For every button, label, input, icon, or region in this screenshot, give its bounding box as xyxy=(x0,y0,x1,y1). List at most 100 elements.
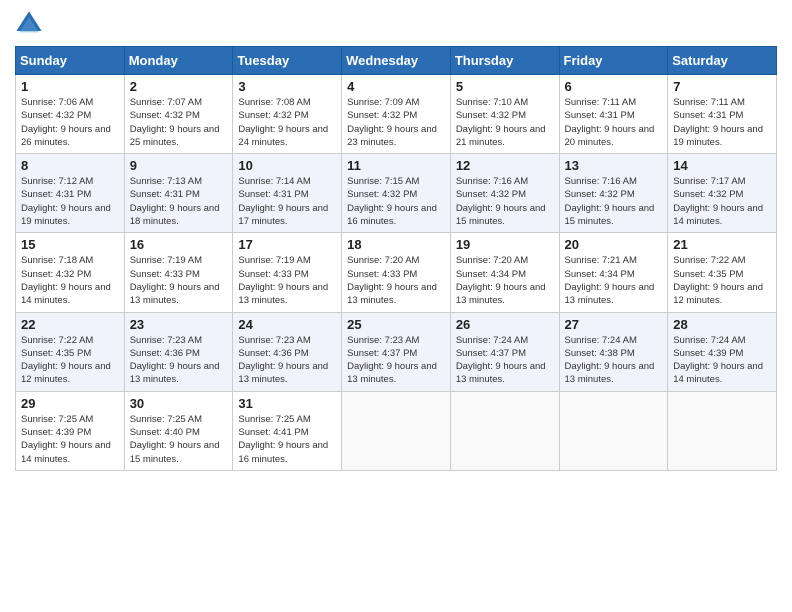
calendar-cell: 22 Sunrise: 7:22 AMSunset: 4:35 PMDayligh… xyxy=(16,312,125,391)
day-number: 9 xyxy=(130,158,228,173)
calendar-cell: 12 Sunrise: 7:16 AMSunset: 4:32 PMDayligh… xyxy=(450,154,559,233)
calendar-cell: 23Sunrise: 7:23 AMSunset: 4:36 PMDayligh… xyxy=(124,312,233,391)
calendar-cell xyxy=(342,391,451,470)
calendar-cell: 1 Sunrise: 7:06 AMSunset: 4:32 PMDaylight… xyxy=(16,75,125,154)
calendar-cell: 27 Sunrise: 7:24 AMSunset: 4:38 PMDayligh… xyxy=(559,312,668,391)
day-info: Sunrise: 7:20 AMSunset: 4:33 PMDaylight:… xyxy=(347,254,445,307)
calendar-cell: 17Sunrise: 7:19 AMSunset: 4:33 PMDayligh… xyxy=(233,233,342,312)
day-number: 10 xyxy=(238,158,336,173)
day-number: 2 xyxy=(130,79,228,94)
day-number: 15 xyxy=(21,237,119,252)
calendar-cell: 5Sunrise: 7:10 AMSunset: 4:32 PMDaylight… xyxy=(450,75,559,154)
calendar-week-4: 22 Sunrise: 7:22 AMSunset: 4:35 PMDayligh… xyxy=(16,312,777,391)
day-number: 18 xyxy=(347,237,445,252)
day-number: 13 xyxy=(565,158,663,173)
calendar-cell: 29 Sunrise: 7:25 AMSunset: 4:39 PMDayligh… xyxy=(16,391,125,470)
day-number: 31 xyxy=(238,396,336,411)
day-number: 29 xyxy=(21,396,119,411)
calendar-cell xyxy=(668,391,777,470)
calendar-week-2: 8 Sunrise: 7:12 AMSunset: 4:31 PMDaylight… xyxy=(16,154,777,233)
weekday-header-row: SundayMondayTuesdayWednesdayThursdayFrid… xyxy=(16,47,777,75)
day-number: 19 xyxy=(456,237,554,252)
calendar-cell: 26 Sunrise: 7:24 AMSunset: 4:37 PMDayligh… xyxy=(450,312,559,391)
calendar-cell xyxy=(450,391,559,470)
weekday-header-friday: Friday xyxy=(559,47,668,75)
day-info: Sunrise: 7:06 AMSunset: 4:32 PMDaylight:… xyxy=(21,96,119,149)
day-info: Sunrise: 7:16 AMSunset: 4:32 PMDaylight:… xyxy=(456,175,554,228)
calendar-table: SundayMondayTuesdayWednesdayThursdayFrid… xyxy=(15,46,777,471)
day-number: 25 xyxy=(347,317,445,332)
weekday-header-thursday: Thursday xyxy=(450,47,559,75)
day-info: Sunrise: 7:22 AMSunset: 4:35 PMDaylight:… xyxy=(673,254,771,307)
day-info: Sunrise: 7:10 AMSunset: 4:32 PMDaylight:… xyxy=(456,96,554,149)
day-number: 27 xyxy=(565,317,663,332)
calendar-cell: 4 Sunrise: 7:09 AMSunset: 4:32 PMDaylight… xyxy=(342,75,451,154)
day-info: Sunrise: 7:23 AMSunset: 4:36 PMDaylight:… xyxy=(130,334,228,387)
day-info: Sunrise: 7:08 AMSunset: 4:32 PMDaylight:… xyxy=(238,96,336,149)
calendar-cell: 10Sunrise: 7:14 AMSunset: 4:31 PMDayligh… xyxy=(233,154,342,233)
day-number: 26 xyxy=(456,317,554,332)
page: SundayMondayTuesdayWednesdayThursdayFrid… xyxy=(0,0,792,612)
day-number: 6 xyxy=(565,79,663,94)
day-number: 20 xyxy=(565,237,663,252)
day-info: Sunrise: 7:23 AMSunset: 4:37 PMDaylight:… xyxy=(347,334,445,387)
day-number: 7 xyxy=(673,79,771,94)
calendar-cell: 30 Sunrise: 7:25 AMSunset: 4:40 PMDayligh… xyxy=(124,391,233,470)
calendar-week-3: 15 Sunrise: 7:18 AMSunset: 4:32 PMDayligh… xyxy=(16,233,777,312)
day-number: 30 xyxy=(130,396,228,411)
weekday-header-wednesday: Wednesday xyxy=(342,47,451,75)
logo xyxy=(15,10,47,38)
weekday-header-sunday: Sunday xyxy=(16,47,125,75)
day-info: Sunrise: 7:25 AMSunset: 4:41 PMDaylight:… xyxy=(238,413,336,466)
day-info: Sunrise: 7:15 AMSunset: 4:32 PMDaylight:… xyxy=(347,175,445,228)
calendar-cell: 15 Sunrise: 7:18 AMSunset: 4:32 PMDayligh… xyxy=(16,233,125,312)
day-info: Sunrise: 7:18 AMSunset: 4:32 PMDaylight:… xyxy=(21,254,119,307)
day-number: 3 xyxy=(238,79,336,94)
day-number: 4 xyxy=(347,79,445,94)
day-number: 17 xyxy=(238,237,336,252)
weekday-header-tuesday: Tuesday xyxy=(233,47,342,75)
day-number: 14 xyxy=(673,158,771,173)
calendar-cell: 6 Sunrise: 7:11 AMSunset: 4:31 PMDaylight… xyxy=(559,75,668,154)
calendar-cell: 7Sunrise: 7:11 AMSunset: 4:31 PMDaylight… xyxy=(668,75,777,154)
day-info: Sunrise: 7:07 AMSunset: 4:32 PMDaylight:… xyxy=(130,96,228,149)
day-info: Sunrise: 7:17 AMSunset: 4:32 PMDaylight:… xyxy=(673,175,771,228)
calendar-cell: 8 Sunrise: 7:12 AMSunset: 4:31 PMDaylight… xyxy=(16,154,125,233)
header xyxy=(15,10,777,38)
calendar-body: 1 Sunrise: 7:06 AMSunset: 4:32 PMDaylight… xyxy=(16,75,777,471)
calendar-cell: 18 Sunrise: 7:20 AMSunset: 4:33 PMDayligh… xyxy=(342,233,451,312)
day-number: 28 xyxy=(673,317,771,332)
day-number: 22 xyxy=(21,317,119,332)
day-info: Sunrise: 7:25 AMSunset: 4:39 PMDaylight:… xyxy=(21,413,119,466)
calendar-cell: 13 Sunrise: 7:16 AMSunset: 4:32 PMDayligh… xyxy=(559,154,668,233)
calendar-cell: 20Sunrise: 7:21 AMSunset: 4:34 PMDayligh… xyxy=(559,233,668,312)
calendar-cell: 25 Sunrise: 7:23 AMSunset: 4:37 PMDayligh… xyxy=(342,312,451,391)
day-number: 8 xyxy=(21,158,119,173)
day-info: Sunrise: 7:23 AMSunset: 4:36 PMDaylight:… xyxy=(238,334,336,387)
calendar-week-1: 1 Sunrise: 7:06 AMSunset: 4:32 PMDaylight… xyxy=(16,75,777,154)
calendar-cell: 28Sunrise: 7:24 AMSunset: 4:39 PMDayligh… xyxy=(668,312,777,391)
day-info: Sunrise: 7:09 AMSunset: 4:32 PMDaylight:… xyxy=(347,96,445,149)
day-info: Sunrise: 7:24 AMSunset: 4:37 PMDaylight:… xyxy=(456,334,554,387)
day-info: Sunrise: 7:22 AMSunset: 4:35 PMDaylight:… xyxy=(21,334,119,387)
calendar-cell xyxy=(559,391,668,470)
day-info: Sunrise: 7:25 AMSunset: 4:40 PMDaylight:… xyxy=(130,413,228,466)
calendar-cell: 11 Sunrise: 7:15 AMSunset: 4:32 PMDayligh… xyxy=(342,154,451,233)
weekday-header-monday: Monday xyxy=(124,47,233,75)
day-number: 11 xyxy=(347,158,445,173)
day-number: 12 xyxy=(456,158,554,173)
day-info: Sunrise: 7:16 AMSunset: 4:32 PMDaylight:… xyxy=(565,175,663,228)
day-number: 1 xyxy=(21,79,119,94)
calendar-cell: 21 Sunrise: 7:22 AMSunset: 4:35 PMDayligh… xyxy=(668,233,777,312)
day-number: 16 xyxy=(130,237,228,252)
logo-icon xyxy=(15,10,43,38)
day-number: 24 xyxy=(238,317,336,332)
calendar-cell: 16Sunrise: 7:19 AMSunset: 4:33 PMDayligh… xyxy=(124,233,233,312)
day-number: 21 xyxy=(673,237,771,252)
weekday-header-saturday: Saturday xyxy=(668,47,777,75)
day-info: Sunrise: 7:24 AMSunset: 4:38 PMDaylight:… xyxy=(565,334,663,387)
day-info: Sunrise: 7:11 AMSunset: 4:31 PMDaylight:… xyxy=(565,96,663,149)
calendar-week-5: 29 Sunrise: 7:25 AMSunset: 4:39 PMDayligh… xyxy=(16,391,777,470)
day-info: Sunrise: 7:12 AMSunset: 4:31 PMDaylight:… xyxy=(21,175,119,228)
calendar-header: SundayMondayTuesdayWednesdayThursdayFrid… xyxy=(16,47,777,75)
